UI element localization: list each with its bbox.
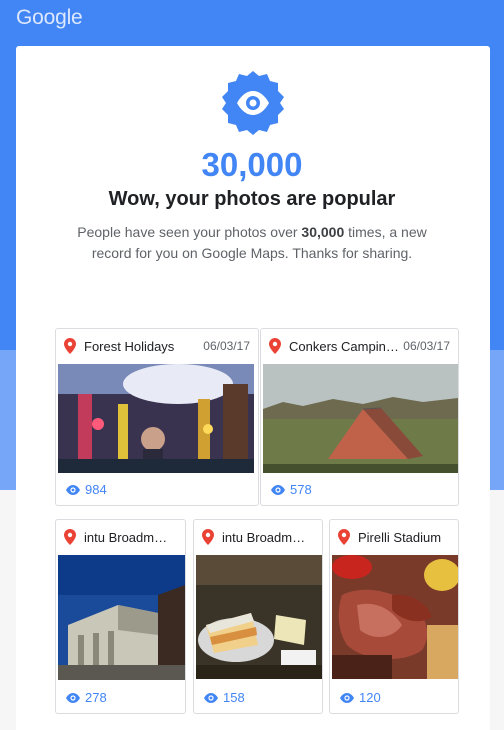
photo-thumbnail[interactable] [332, 555, 458, 679]
eye-icon [204, 692, 218, 703]
photo-thumbnail[interactable] [263, 364, 458, 473]
views-number: 278 [85, 690, 107, 705]
photo-card-header: Forest Holidays 06/03/17 [56, 329, 258, 363]
views-count: 278 [66, 690, 107, 705]
views-count: 578 [271, 482, 312, 497]
photo-card[interactable]: Pirelli Stadium 120 [329, 519, 459, 714]
google-logo[interactable]: Google [16, 6, 83, 30]
photo-card[interactable]: Conkers Campin… 06/03/17 578 [260, 328, 459, 506]
eye-icon [66, 484, 80, 495]
eye-icon [340, 692, 354, 703]
map-pin-icon [64, 338, 76, 354]
map-pin-icon [202, 529, 214, 545]
photo-thumbnail[interactable] [196, 555, 322, 679]
views-number: 984 [85, 482, 107, 497]
description-bold-count: 30,000 [301, 224, 345, 240]
description: People have seen your photos over 30,000… [60, 222, 444, 264]
eye-icon [271, 484, 285, 495]
photo-thumbnail[interactable] [58, 364, 254, 473]
photo-card-header: intu Broadm… [194, 520, 322, 554]
views-number: 578 [290, 482, 312, 497]
eye-icon [66, 692, 80, 703]
place-name[interactable]: Conkers Campin… [289, 339, 399, 354]
place-name[interactable]: intu Broadm… [84, 530, 177, 545]
views-number: 158 [223, 690, 245, 705]
photo-card-header: Pirelli Stadium [330, 520, 458, 554]
map-pin-icon [269, 338, 281, 354]
photo-thumbnail[interactable] [58, 555, 185, 680]
headline: Wow, your photos are popular [108, 188, 396, 210]
views-count: 158 [204, 690, 245, 705]
views-count: 120 [340, 690, 381, 705]
photo-card[interactable]: intu Broadm… 278 [55, 519, 186, 714]
description-text: People have seen your photos over [77, 224, 302, 240]
view-count: 30,000 [201, 146, 303, 183]
photo-date: 06/03/17 [403, 339, 450, 353]
photo-card-header: intu Broadm… [56, 520, 185, 554]
place-name[interactable]: Forest Holidays [84, 339, 199, 354]
place-name[interactable]: intu Broadm… [222, 530, 314, 545]
photo-card-header: Conkers Campin… 06/03/17 [261, 329, 458, 363]
photo-card[interactable]: intu Broadm… 158 [193, 519, 323, 714]
views-count: 984 [66, 482, 107, 497]
eye-badge-icon [222, 71, 284, 135]
map-pin-icon [338, 529, 350, 545]
map-pin-icon [64, 529, 76, 545]
place-name[interactable]: Pirelli Stadium [358, 530, 450, 545]
photo-card[interactable]: Forest Holidays 06/03/17 984 [55, 328, 259, 506]
photo-date: 06/03/17 [203, 339, 250, 353]
views-number: 120 [359, 690, 381, 705]
